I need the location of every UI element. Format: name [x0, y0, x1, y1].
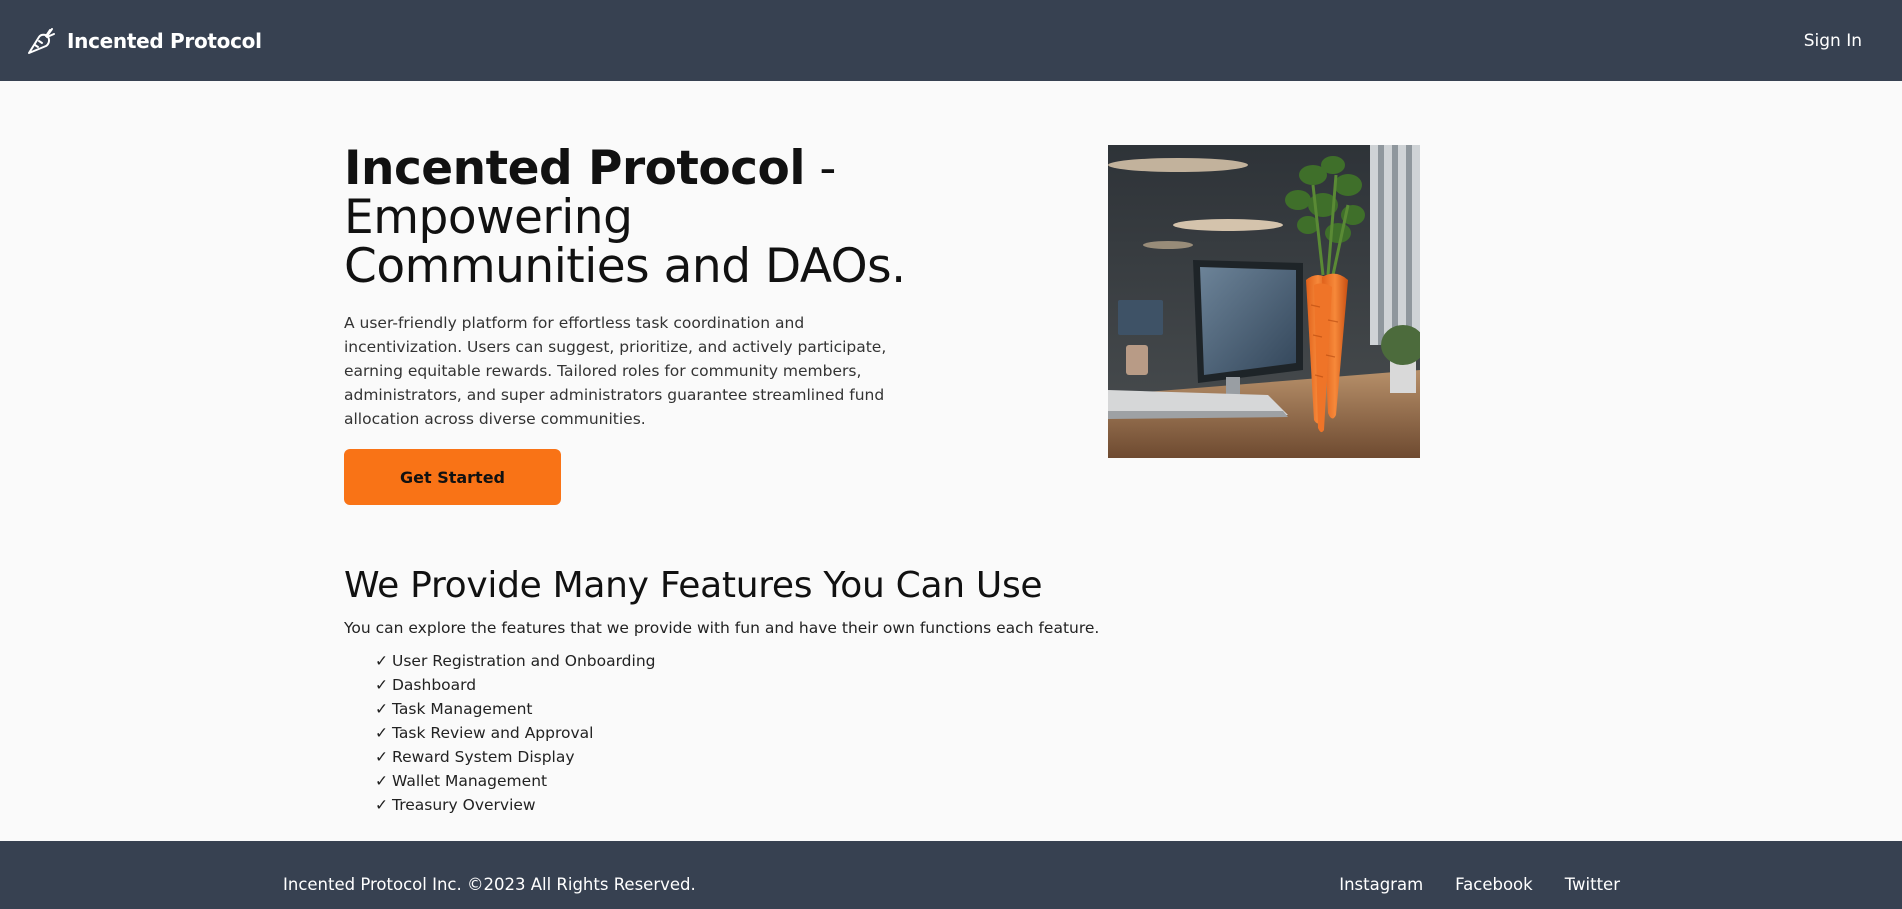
- instagram-link[interactable]: Instagram: [1339, 875, 1423, 894]
- check-icon: ✓: [375, 796, 388, 814]
- hero-section: Incented Protocol - Empowering Communiti…: [344, 144, 934, 431]
- hero-description: A user-friendly platform for effortless …: [344, 314, 887, 428]
- features-description: You can explore the features that we pro…: [344, 619, 1100, 637]
- features-list: ✓ User Registration and Onboarding ✓ Dashb…: [375, 649, 656, 817]
- feature-item: ✓ Treasury Overview: [375, 796, 536, 814]
- site-footer: Incented Protocol Inc. ©2023 All Rights …: [0, 841, 1902, 909]
- feature-item: ✓ Reward System Display: [375, 748, 575, 766]
- social-links: Instagram Facebook Twitter: [1339, 875, 1620, 894]
- feature-item: ✓ Wallet Management: [375, 772, 548, 790]
- hero-title-brand: Incented Protocol: [344, 141, 805, 196]
- brand-name: Incented Protocol: [67, 28, 262, 53]
- site-header: Incented Protocol Sign In: [0, 0, 1902, 81]
- copyright-text: Incented Protocol Inc. ©2023 All Rights …: [283, 875, 696, 894]
- features-title: We Provide Many Features You Can Use: [344, 565, 1043, 606]
- get-started-button[interactable]: Get Started: [344, 449, 561, 505]
- check-icon: ✓: [375, 748, 388, 766]
- hero-image-carrot-desk: [1108, 145, 1420, 458]
- twitter-link[interactable]: Twitter: [1565, 875, 1620, 894]
- hero-title: Incented Protocol - Empowering Communiti…: [344, 144, 934, 291]
- carrot-icon: [25, 25, 57, 57]
- check-icon: ✓: [375, 700, 388, 718]
- feature-item: ✓ User Registration and Onboarding: [375, 652, 656, 670]
- check-icon: ✓: [375, 772, 388, 790]
- sign-in-link[interactable]: Sign In: [1804, 31, 1862, 51]
- facebook-link[interactable]: Facebook: [1455, 875, 1533, 894]
- check-icon: ✓: [375, 724, 388, 742]
- check-icon: ✓: [375, 676, 388, 694]
- check-icon: ✓: [375, 652, 388, 670]
- brand-logo-link[interactable]: Incented Protocol: [25, 25, 262, 57]
- feature-item: ✓ Task Review and Approval: [375, 724, 594, 742]
- feature-item: ✓ Task Management: [375, 700, 533, 718]
- feature-item: ✓ Dashboard: [375, 676, 477, 694]
